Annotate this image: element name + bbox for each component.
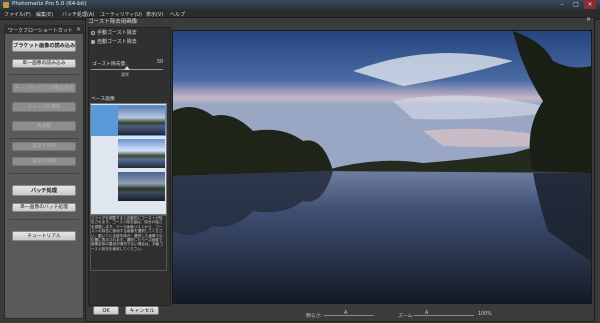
cancel-button[interactable]: キャンセル (125, 306, 159, 315)
ghost-amount-label: ゴースト除去量: (92, 62, 127, 67)
maximize-button[interactable]: □ (570, 0, 582, 9)
menu-file[interactable]: ファイル(F) (4, 11, 31, 18)
batch-processing-button[interactable]: バッチ処理 (12, 185, 76, 196)
app-icon (3, 2, 9, 8)
batch-single-button[interactable]: 単一画像のバッチ処理 (12, 203, 76, 212)
radio-icon[interactable] (91, 30, 95, 35)
zoom-marker: A (425, 311, 429, 316)
base-image-item[interactable] (91, 105, 166, 136)
thumbnail-image (118, 106, 165, 135)
base-image-item[interactable] (91, 171, 166, 202)
minimize-button[interactable]: – (556, 0, 568, 9)
save-image-button[interactable]: イメージの保存 (12, 102, 76, 112)
description-text: スライダを調整すると自動的にゴーストが除去されます。ゴースト除去量は、除去の強さ… (91, 216, 163, 251)
brightness-label: 明るさ: (306, 314, 323, 319)
preview-image[interactable] (172, 30, 592, 304)
auto-deghost-label: 自動ゴースト除去 (97, 39, 137, 45)
manual-deghost-option[interactable]: 手動ゴースト除去 (91, 29, 137, 36)
thumbnail-image (118, 139, 165, 168)
radio-selected-icon[interactable] (91, 39, 95, 44)
zoom-label: ズーム: (398, 314, 414, 319)
auto-deghost-option[interactable]: 自動ゴースト除去 (91, 38, 137, 45)
zoom-slider[interactable] (414, 315, 474, 316)
divider (9, 173, 79, 174)
base-image-label: ベース画像 (91, 97, 115, 102)
tutorial-button[interactable]: チュートリアル (12, 231, 76, 241)
close-button[interactable]: ✕ (584, 0, 596, 9)
title-bar (0, 0, 600, 10)
workflow-shortcuts-panel: ワークフローショートカット ✕ ブラケット画像の読み込み 単一画像の読み込み ト… (4, 25, 84, 319)
ghost-amount-slider-thumb[interactable] (124, 66, 130, 70)
load-bracketed-button[interactable]: ブラケット画像の読み込み (12, 40, 76, 52)
dialog-title: ゴースト除去用画像 (88, 19, 138, 25)
save-settings-button[interactable]: 設定を保存 (12, 142, 76, 151)
tonemap-button[interactable]: トーンマッピング/露出合成 (12, 83, 76, 93)
divider (9, 74, 79, 75)
ghost-amount-value: 50 (157, 60, 164, 65)
brightness-slider[interactable] (324, 315, 374, 316)
base-image-list[interactable] (90, 103, 167, 215)
brightness-value: A (344, 311, 348, 316)
menu-edit[interactable]: 編集(E) (36, 11, 53, 18)
ghost-amount-level: 通常 (121, 72, 129, 77)
dialog-close-icon[interactable]: ✕ (586, 16, 591, 23)
workflow-close-icon[interactable]: ✕ (76, 26, 81, 33)
window-title: Photomatix Pro 5.0 (64-bit) (12, 1, 87, 7)
readjust-button[interactable]: 再調整 (12, 121, 76, 131)
divider (9, 219, 79, 220)
lake-photo (173, 31, 591, 303)
thumbnail-image (118, 172, 165, 201)
manual-deghost-label: 手動ゴースト除去 (97, 30, 137, 36)
divider (9, 138, 79, 139)
base-image-item[interactable] (91, 138, 166, 169)
load-single-image-button[interactable]: 単一画像の読み込み (12, 59, 76, 68)
zoom-value: 100% (478, 312, 492, 317)
workflow-title: ワークフローショートカット (8, 28, 73, 34)
delete-settings-button[interactable]: 設定を削除 (12, 157, 76, 166)
ok-button[interactable]: OK (93, 306, 119, 315)
